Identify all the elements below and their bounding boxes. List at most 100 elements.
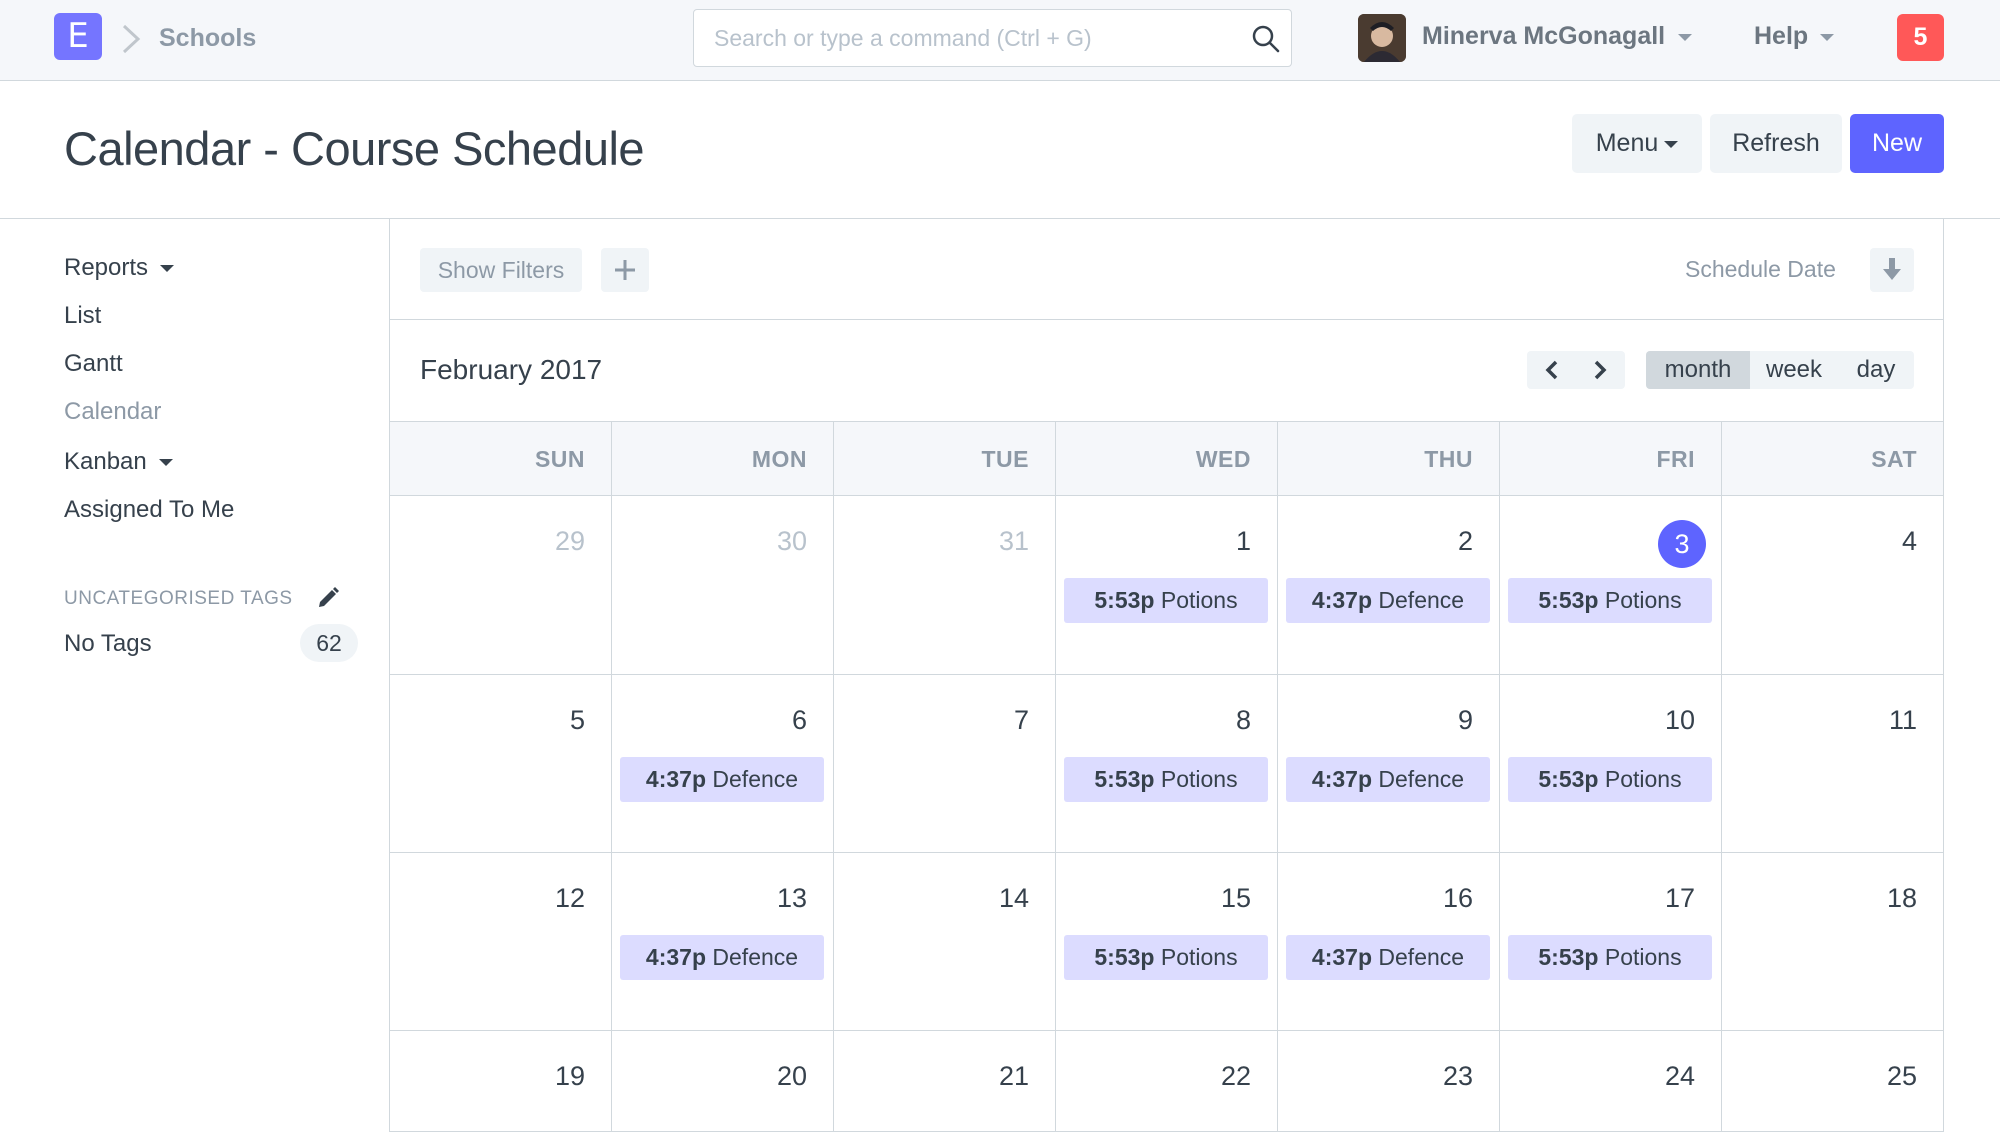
calendar-day-cell[interactable]: 1 5:53p Potions <box>1056 496 1278 675</box>
calendar-event[interactable]: 5:53p Potions <box>1064 757 1268 802</box>
app-logo[interactable]: E <box>54 13 102 60</box>
calendar-day-cell[interactable]: 9 4:37p Defence <box>1278 675 1500 853</box>
calendar-day-cell[interactable]: 14 <box>834 853 1056 1031</box>
event-title: Potions <box>1604 766 1682 792</box>
calendar-event[interactable]: 5:53p Potions <box>1064 935 1268 980</box>
calendar-day-cell[interactable]: 22 <box>1056 1031 1278 1132</box>
calendar-day-cell[interactable]: 19 <box>390 1031 612 1132</box>
day-number: 4 <box>1901 526 1917 556</box>
refresh-button[interactable]: Refresh <box>1710 114 1842 173</box>
sidebar-item-assigned-to-me[interactable]: Assigned To Me <box>64 496 234 524</box>
view-week-button[interactable]: week <box>1750 351 1838 389</box>
chevron-down-icon[interactable] <box>1820 34 1834 41</box>
sort-field-label[interactable]: Schedule Date <box>1685 256 1836 283</box>
notification-badge[interactable]: 5 <box>1897 14 1944 61</box>
new-button[interactable]: New <box>1850 114 1944 173</box>
calendar-day-cell[interactable]: 12 <box>390 853 612 1031</box>
no-tags-link[interactable]: No Tags <box>64 630 152 658</box>
day-number: 12 <box>554 883 585 913</box>
event-title: Defence <box>1378 766 1465 792</box>
breadcrumb-schools[interactable]: Schools <box>159 24 256 53</box>
user-menu[interactable]: Minerva McGonagall <box>1422 22 1665 51</box>
calendar-day-cell[interactable]: 18 <box>1722 853 1943 1031</box>
event-time: 5:53p <box>1094 944 1155 970</box>
calendar-day-cell[interactable]: 25 <box>1722 1031 1943 1132</box>
weekday-header: SAT <box>1871 446 1917 472</box>
day-number: 14 <box>998 883 1029 913</box>
event-title: Potions <box>1604 944 1682 970</box>
sort-down-icon <box>1883 258 1901 280</box>
sort-order-button[interactable] <box>1870 248 1914 292</box>
help-menu[interactable]: Help <box>1754 22 1808 51</box>
add-filter-button[interactable] <box>601 248 649 292</box>
calendar-day-cell[interactable]: 3 5:53p Potions <box>1500 496 1722 675</box>
menu-button[interactable]: Menu <box>1572 114 1702 173</box>
calendar-event[interactable]: 4:37p Defence <box>1286 578 1490 623</box>
calendar-day-cell[interactable]: 13 4:37p Defence <box>612 853 834 1031</box>
avatar[interactable] <box>1358 14 1406 62</box>
calendar-day-cell[interactable]: 7 <box>834 675 1056 853</box>
calendar-event[interactable]: 4:37p Defence <box>1286 935 1490 980</box>
calendar-event[interactable]: 4:37p Defence <box>620 935 824 980</box>
calendar-day-cell[interactable]: 16 4:37p Defence <box>1278 853 1500 1031</box>
show-filters-button[interactable]: Show Filters <box>420 248 582 292</box>
event-time: 5:53p <box>1094 587 1155 613</box>
filter-bar: Show Filters Schedule Date <box>390 219 1943 320</box>
calendar-day-cell[interactable]: 20 <box>612 1031 834 1132</box>
prev-month-button[interactable] <box>1527 351 1576 389</box>
view-month-button[interactable]: month <box>1646 351 1750 389</box>
day-number: 30 <box>776 526 807 556</box>
weekday-header: MON <box>612 422 834 496</box>
sidebar-item-gantt[interactable]: Gantt <box>64 350 123 378</box>
calendar-day-cell[interactable]: 11 <box>1722 675 1943 853</box>
calendar-day-cell[interactable]: 29 <box>390 496 612 675</box>
calendar-day-cell[interactable]: 24 <box>1500 1031 1722 1132</box>
calendar-event[interactable]: 5:53p Potions <box>1064 578 1268 623</box>
event-time: 5:53p <box>1538 944 1599 970</box>
calendar-day-cell[interactable]: 5 <box>390 675 612 853</box>
menu-button-label: Menu <box>1595 129 1659 157</box>
calendar-day-cell[interactable]: 6 4:37p Defence <box>612 675 834 853</box>
event-title: Potions <box>1160 587 1238 613</box>
calendar-event[interactable]: 4:37p Defence <box>1286 757 1490 802</box>
calendar-event[interactable]: 5:53p Potions <box>1508 935 1712 980</box>
sidebar-item-label: Reports <box>64 254 149 281</box>
sidebar-item-kanban[interactable]: Kanban <box>64 448 173 476</box>
search-input[interactable] <box>714 20 1234 56</box>
day-number: 7 <box>1013 705 1029 735</box>
calendar-day-cell[interactable]: 8 5:53p Potions <box>1056 675 1278 853</box>
calendar-event[interactable]: 5:53p Potions <box>1508 757 1712 802</box>
calendar-day-cell[interactable]: 30 <box>612 496 834 675</box>
day-number: 22 <box>1220 1061 1251 1091</box>
day-number: 24 <box>1664 1061 1695 1091</box>
search-box[interactable] <box>693 9 1292 67</box>
view-day-button[interactable]: day <box>1838 351 1914 389</box>
calendar-day-cell[interactable]: 4 <box>1722 496 1943 675</box>
day-number: 10 <box>1664 705 1695 735</box>
plus-icon <box>615 260 635 280</box>
event-time: 4:37p <box>645 944 707 970</box>
calendar-day-cell[interactable]: 17 5:53p Potions <box>1500 853 1722 1031</box>
sidebar-item-list[interactable]: List <box>64 302 101 330</box>
calendar-day-cell[interactable]: 31 <box>834 496 1056 675</box>
day-number: 16 <box>1442 883 1473 913</box>
event-title: Potions <box>1160 944 1238 970</box>
event-time: 4:37p <box>1311 944 1373 970</box>
calendar-day-cell[interactable]: 10 5:53p Potions <box>1500 675 1722 853</box>
sidebar-item-calendar[interactable]: Calendar <box>64 398 161 426</box>
calendar-day-cell[interactable]: 23 <box>1278 1031 1500 1132</box>
chevron-down-icon[interactable] <box>1678 34 1692 41</box>
search-icon[interactable] <box>1251 24 1281 54</box>
weekday-header: FRI <box>1500 422 1722 496</box>
calendar-day-cell[interactable]: 2 4:37p Defence <box>1278 496 1500 675</box>
calendar-event[interactable]: 4:37p Defence <box>620 757 824 802</box>
sidebar-item-reports[interactable]: Reports <box>64 254 175 282</box>
calendar-day-cell[interactable]: 21 <box>834 1031 1056 1132</box>
calendar-day-cell[interactable]: 15 5:53p Potions <box>1056 853 1278 1031</box>
chevron-left-icon <box>1545 360 1558 380</box>
day-number: 17 <box>1664 883 1695 913</box>
pencil-icon[interactable] <box>316 586 340 610</box>
calendar-event[interactable]: 5:53p Potions <box>1508 578 1712 623</box>
next-month-button[interactable] <box>1576 351 1625 389</box>
sidebar-item-label: Kanban <box>64 448 147 475</box>
